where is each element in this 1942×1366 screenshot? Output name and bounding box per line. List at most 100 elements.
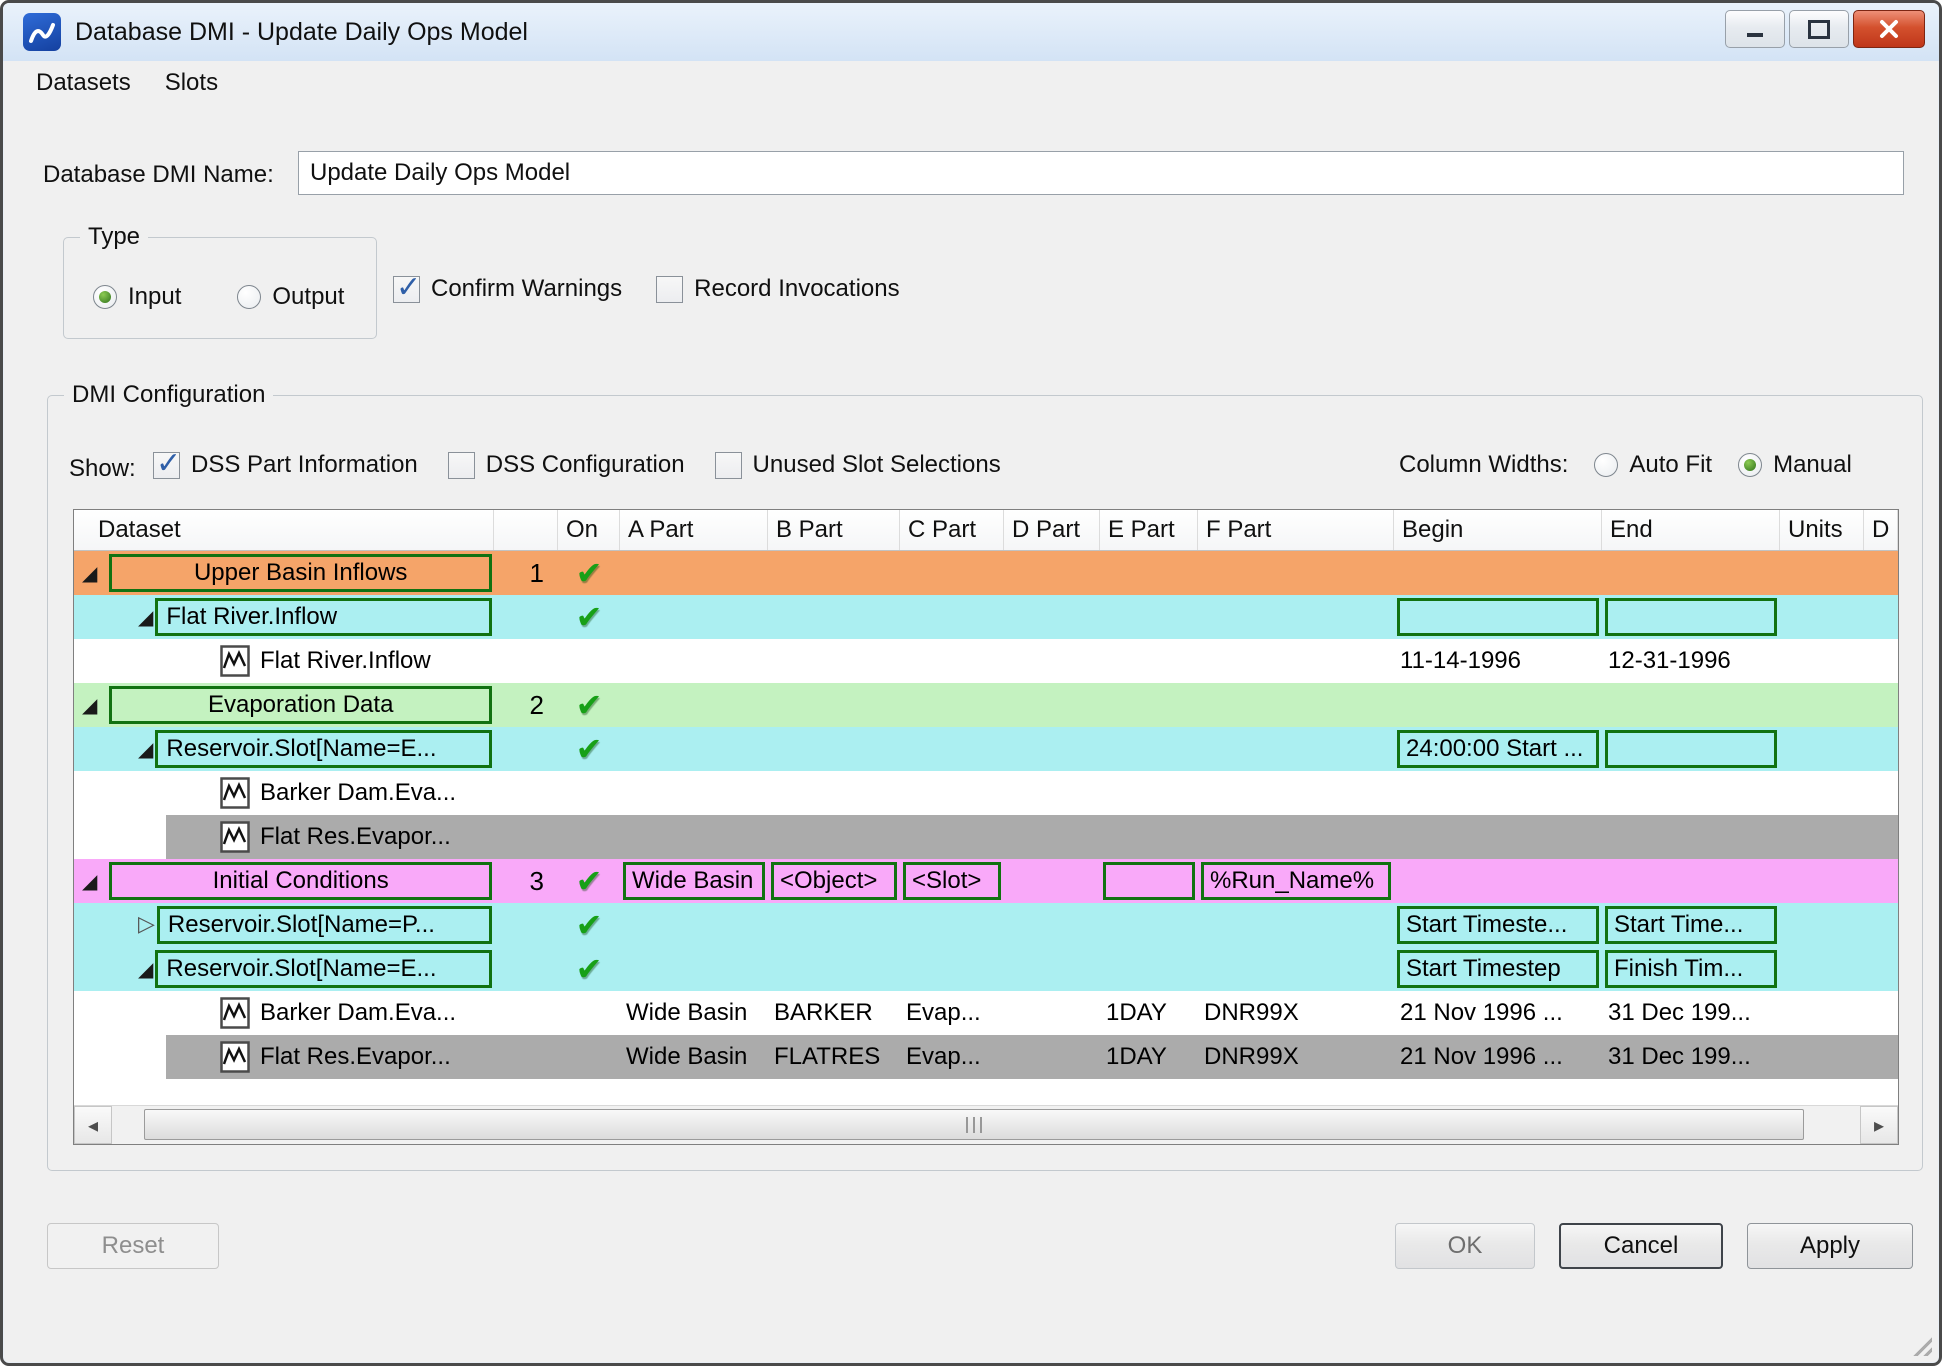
unused-slot-selections-checkbox-icon[interactable] — [715, 452, 742, 479]
part-value-box[interactable] — [1397, 598, 1599, 636]
collapse-icon[interactable]: ◢ — [138, 739, 153, 759]
dataset-label-box[interactable]: Flat River.Inflow — [155, 598, 492, 636]
collapse-icon[interactable]: ◢ — [82, 871, 97, 891]
part-value-box[interactable]: Start Timeste... — [1397, 906, 1599, 944]
resize-grip[interactable] — [1910, 1334, 1932, 1356]
cell-text: Evap... — [900, 999, 981, 1027]
table-row[interactable]: ◢Upper Basin Inflows1✔ — [74, 551, 1898, 595]
radio-manual[interactable]: Manual — [1738, 451, 1852, 479]
checkbox-dss-configuration[interactable]: DSS Configuration — [448, 451, 685, 479]
on-cell[interactable]: ✔ — [558, 947, 620, 991]
column-header-f[interactable]: F Part — [1198, 510, 1394, 550]
record-invocations-checkbox-icon[interactable] — [656, 276, 683, 303]
dataset-label-box[interactable]: Reservoir.Slot[Name=P... — [157, 906, 492, 944]
expand-icon[interactable]: ▷ — [138, 914, 155, 936]
table-row[interactable]: ◢Reservoir.Slot[Name=E... ✔ Start Timestep… — [74, 947, 1898, 991]
dmi-name-input[interactable] — [298, 151, 1904, 195]
part-value-box[interactable]: Start Time... — [1605, 906, 1777, 944]
on-cell[interactable]: ✔ — [558, 859, 620, 903]
checkbox-unused-slot-selections[interactable]: Unused Slot Selections — [715, 451, 1001, 479]
apply-button[interactable]: Apply — [1747, 1223, 1913, 1269]
cell-end — [1602, 815, 1780, 859]
on-cell[interactable]: ✔ — [558, 727, 620, 771]
horizontal-scrollbar[interactable]: ◂ ▸ — [74, 1105, 1898, 1144]
menu-slots[interactable]: Slots — [148, 64, 235, 102]
dataset-label-box[interactable]: Reservoir.Slot[Name=E... — [155, 730, 492, 768]
part-value-box[interactable] — [1605, 598, 1777, 636]
on-cell[interactable]: ✔ — [558, 903, 620, 947]
titlebar[interactable]: Database DMI - Update Daily Ops Model — [3, 3, 1939, 61]
part-value-box[interactable] — [1605, 730, 1777, 768]
collapse-icon[interactable]: ◢ — [138, 959, 153, 979]
dss-configuration-checkbox-icon[interactable] — [448, 452, 475, 479]
radio-output-icon[interactable] — [237, 285, 261, 309]
minimize-button[interactable] — [1725, 10, 1785, 48]
column-header-dataset[interactable]: Dataset — [74, 510, 494, 550]
on-cell[interactable]: ✔ — [558, 595, 620, 639]
confirm-warnings-checkbox-icon[interactable] — [393, 276, 420, 303]
column-header-d[interactable]: D Part — [1004, 510, 1100, 550]
scroll-left-button[interactable]: ◂ — [74, 1106, 112, 1144]
table-row[interactable]: ◢Evaporation Data2✔ — [74, 683, 1898, 727]
column-header-end[interactable]: End — [1602, 510, 1780, 550]
manual-radio-icon[interactable] — [1738, 453, 1762, 477]
collapse-icon[interactable]: ◢ — [82, 563, 97, 583]
column-header-d2[interactable]: D — [1864, 510, 1898, 550]
on-cell[interactable] — [558, 639, 620, 683]
table-row[interactable]: ◢Reservoir.Slot[Name=E... ✔ 24:00:00 Start… — [74, 727, 1898, 771]
checkbox-confirm-warnings[interactable]: Confirm Warnings — [393, 275, 622, 303]
table-row[interactable]: Flat Res.Evapor...Wide BasinFLATRESEvap.… — [74, 1035, 1898, 1079]
part-value-box[interactable]: Start Timestep — [1397, 950, 1599, 988]
table-row[interactable]: Barker Dam.Eva...Wide BasinBARKEREvap...… — [74, 991, 1898, 1035]
radio-input-icon[interactable] — [93, 285, 117, 309]
column-header-units[interactable]: Units — [1780, 510, 1864, 550]
close-button[interactable] — [1853, 10, 1925, 48]
dataset-label-box[interactable]: Evaporation Data — [109, 686, 492, 724]
on-cell[interactable]: ✔ — [558, 551, 620, 595]
menu-datasets[interactable]: Datasets — [19, 64, 148, 102]
part-value-box[interactable]: %Run_Name% — [1201, 862, 1391, 900]
table-row[interactable]: ▷Reservoir.Slot[Name=P... ✔ Start Timeste.… — [74, 903, 1898, 947]
table-row[interactable]: Barker Dam.Eva... — [74, 771, 1898, 815]
column-header-e[interactable]: E Part — [1100, 510, 1198, 550]
maximize-button[interactable] — [1789, 10, 1849, 48]
on-cell[interactable] — [558, 771, 620, 815]
on-cell[interactable]: ✔ — [558, 683, 620, 727]
part-value-box[interactable]: <Slot> — [903, 862, 1001, 900]
dataset-label-box[interactable]: Upper Basin Inflows — [109, 554, 492, 592]
part-value-box[interactable] — [1103, 862, 1195, 900]
table-row[interactable]: ◢Flat River.Inflow ✔ — [74, 595, 1898, 639]
table-row[interactable]: ◢Initial Conditions3✔Wide Basin<Object><… — [74, 859, 1898, 903]
table-row[interactable]: Flat River.Inflow11-14-199612-31-1996 — [74, 639, 1898, 683]
cancel-button[interactable]: Cancel — [1559, 1223, 1723, 1269]
collapse-icon[interactable]: ◢ — [138, 607, 153, 627]
on-cell[interactable] — [558, 991, 620, 1035]
column-header-num[interactable] — [494, 510, 558, 550]
part-value-box[interactable]: Wide Basin — [623, 862, 765, 900]
collapse-icon[interactable]: ◢ — [82, 695, 97, 715]
column-header-begin[interactable]: Begin — [1394, 510, 1602, 550]
scroll-right-button[interactable]: ▸ — [1860, 1106, 1898, 1144]
dss-part-information-checkbox-icon[interactable] — [153, 452, 180, 479]
checkbox-record-invocations[interactable]: Record Invocations — [656, 275, 899, 303]
radio-auto-fit[interactable]: Auto Fit — [1594, 451, 1712, 479]
column-header-a[interactable]: A Part — [620, 510, 768, 550]
column-header-on[interactable]: On — [558, 510, 620, 550]
column-header-c[interactable]: C Part — [900, 510, 1004, 550]
radio-input[interactable]: Input — [93, 283, 181, 311]
part-value-box[interactable]: <Object> — [771, 862, 897, 900]
part-value-box[interactable]: Finish Tim... — [1605, 950, 1777, 988]
on-cell[interactable] — [558, 815, 620, 859]
part-value-box[interactable]: 24:00:00 Start ... — [1397, 730, 1599, 768]
table-row[interactable]: Flat Res.Evapor... — [74, 815, 1898, 859]
radio-output-label: Output — [272, 283, 344, 311]
radio-output[interactable]: Output — [237, 283, 344, 311]
dataset-label-box[interactable]: Reservoir.Slot[Name=E... — [155, 950, 492, 988]
ok-button[interactable]: OK — [1395, 1223, 1535, 1269]
dataset-label-box[interactable]: Initial Conditions — [109, 862, 492, 900]
on-cell[interactable] — [558, 1035, 620, 1079]
auto-fit-radio-icon[interactable] — [1594, 453, 1618, 477]
scrollbar-thumb[interactable] — [144, 1109, 1804, 1140]
checkbox-dss-part-information[interactable]: DSS Part Information — [153, 451, 418, 479]
column-header-b[interactable]: B Part — [768, 510, 900, 550]
